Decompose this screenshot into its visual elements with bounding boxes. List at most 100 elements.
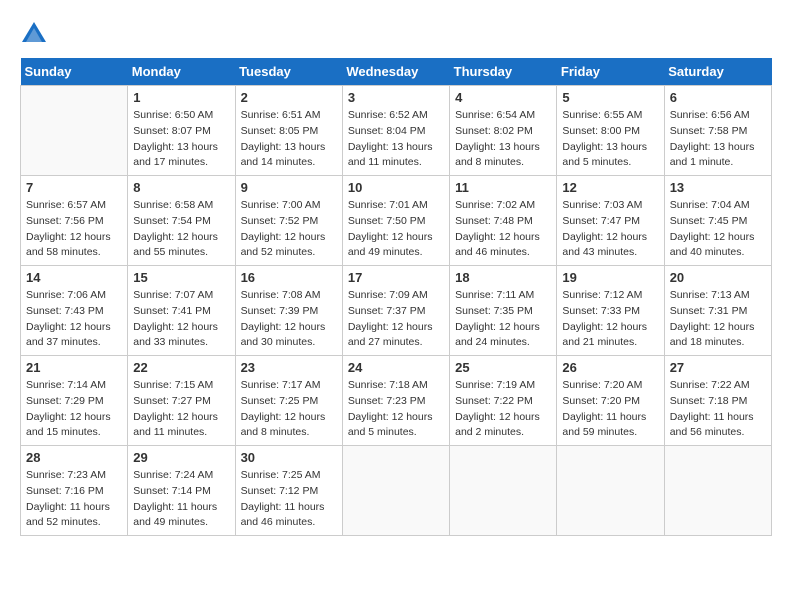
table-row: 4 Sunrise: 6:54 AMSunset: 8:02 PMDaylight… (450, 86, 557, 176)
table-row: 1 Sunrise: 6:50 AMSunset: 8:07 PMDaylight… (128, 86, 235, 176)
table-row: 9Sunrise: 7:00 AMSunset: 7:52 PMDaylight… (235, 176, 342, 266)
day-info: Sunrise: 7:12 AMSunset: 7:33 PMDaylight:… (562, 288, 658, 351)
day-info: Sunrise: 7:13 AMSunset: 7:31 PMDaylight:… (670, 288, 766, 351)
table-row (450, 446, 557, 536)
day-info: Sunrise: 6:52 AMSunset: 8:04 PMDaylight:… (348, 108, 444, 171)
table-row: 2 Sunrise: 6:51 AMSunset: 8:05 PMDaylight… (235, 86, 342, 176)
table-row: 8 Sunrise: 6:58 AMSunset: 7:54 PMDaylight… (128, 176, 235, 266)
day-info: Sunrise: 6:51 AMSunset: 8:05 PMDaylight:… (241, 108, 337, 171)
header-day: Saturday (664, 58, 771, 86)
table-row: 25Sunrise: 7:19 AMSunset: 7:22 PMDayligh… (450, 356, 557, 446)
day-number: 13 (670, 180, 766, 195)
table-row: 13 Sunrise: 7:04 AMSunset: 7:45 PMDayligh… (664, 176, 771, 266)
table-row (557, 446, 664, 536)
table-row: 7 Sunrise: 6:57 AMSunset: 7:56 PMDaylight… (21, 176, 128, 266)
day-number: 1 (133, 90, 229, 105)
table-row: 20 Sunrise: 7:13 AMSunset: 7:31 PMDayligh… (664, 266, 771, 356)
logo (20, 20, 52, 48)
table-row: 18 Sunrise: 7:11 AMSunset: 7:35 PMDayligh… (450, 266, 557, 356)
day-number: 4 (455, 90, 551, 105)
table-row: 3 Sunrise: 6:52 AMSunset: 8:04 PMDaylight… (342, 86, 449, 176)
table-row: 28Sunrise: 7:23 AMSunset: 7:16 PMDayligh… (21, 446, 128, 536)
day-info: Sunrise: 7:02 AMSunset: 7:48 PMDaylight:… (455, 198, 551, 261)
day-number: 29 (133, 450, 229, 465)
day-info: Sunrise: 7:09 AMSunset: 7:37 PMDaylight:… (348, 288, 444, 351)
day-number: 18 (455, 270, 551, 285)
day-number: 23 (241, 360, 337, 375)
day-info: Sunrise: 6:54 AMSunset: 8:02 PMDaylight:… (455, 108, 551, 171)
table-row: 19Sunrise: 7:12 AMSunset: 7:33 PMDayligh… (557, 266, 664, 356)
week-row: 14 Sunrise: 7:06 AMSunset: 7:43 PMDayligh… (21, 266, 772, 356)
table-row: 11 Sunrise: 7:02 AMSunset: 7:48 PMDayligh… (450, 176, 557, 266)
table-row: 24 Sunrise: 7:18 AMSunset: 7:23 PMDayligh… (342, 356, 449, 446)
day-info: Sunrise: 6:55 AMSunset: 8:00 PMDaylight:… (562, 108, 658, 171)
week-row: 7 Sunrise: 6:57 AMSunset: 7:56 PMDaylight… (21, 176, 772, 266)
day-info: Sunrise: 7:20 AMSunset: 7:20 PMDaylight:… (562, 378, 658, 441)
day-number: 21 (26, 360, 122, 375)
day-info: Sunrise: 7:15 AMSunset: 7:27 PMDaylight:… (133, 378, 229, 441)
table-row: 30 Sunrise: 7:25 AMSunset: 7:12 PMDayligh… (235, 446, 342, 536)
week-row: 21 Sunrise: 7:14 AMSunset: 7:29 PMDayligh… (21, 356, 772, 446)
day-info: Sunrise: 7:01 AMSunset: 7:50 PMDaylight:… (348, 198, 444, 261)
day-info: Sunrise: 7:07 AMSunset: 7:41 PMDaylight:… (133, 288, 229, 351)
calendar-table: SundayMondayTuesdayWednesdayThursdayFrid… (20, 58, 772, 536)
day-info: Sunrise: 7:17 AMSunset: 7:25 PMDaylight:… (241, 378, 337, 441)
day-number: 24 (348, 360, 444, 375)
day-number: 5 (562, 90, 658, 105)
day-info: Sunrise: 7:04 AMSunset: 7:45 PMDaylight:… (670, 198, 766, 261)
table-row: 21 Sunrise: 7:14 AMSunset: 7:29 PMDayligh… (21, 356, 128, 446)
week-row: 28Sunrise: 7:23 AMSunset: 7:16 PMDayligh… (21, 446, 772, 536)
day-number: 11 (455, 180, 551, 195)
day-number: 26 (562, 360, 658, 375)
day-number: 25 (455, 360, 551, 375)
day-number: 8 (133, 180, 229, 195)
day-number: 30 (241, 450, 337, 465)
day-number: 15 (133, 270, 229, 285)
day-info: Sunrise: 7:03 AMSunset: 7:47 PMDaylight:… (562, 198, 658, 261)
day-number: 14 (26, 270, 122, 285)
day-info: Sunrise: 7:22 AMSunset: 7:18 PMDaylight:… (670, 378, 766, 441)
day-info: Sunrise: 7:14 AMSunset: 7:29 PMDaylight:… (26, 378, 122, 441)
day-number: 2 (241, 90, 337, 105)
table-row: 14 Sunrise: 7:06 AMSunset: 7:43 PMDayligh… (21, 266, 128, 356)
day-info: Sunrise: 7:23 AMSunset: 7:16 PMDaylight:… (26, 468, 122, 531)
header-day: Tuesday (235, 58, 342, 86)
day-info: Sunrise: 7:18 AMSunset: 7:23 PMDaylight:… (348, 378, 444, 441)
day-number: 17 (348, 270, 444, 285)
day-info: Sunrise: 7:11 AMSunset: 7:35 PMDaylight:… (455, 288, 551, 351)
logo-icon (20, 20, 48, 48)
table-row: 6 Sunrise: 6:56 AMSunset: 7:58 PMDaylight… (664, 86, 771, 176)
table-row: 17 Sunrise: 7:09 AMSunset: 7:37 PMDayligh… (342, 266, 449, 356)
day-info: Sunrise: 7:08 AMSunset: 7:39 PMDaylight:… (241, 288, 337, 351)
week-row: 1 Sunrise: 6:50 AMSunset: 8:07 PMDaylight… (21, 86, 772, 176)
table-row: 23 Sunrise: 7:17 AMSunset: 7:25 PMDayligh… (235, 356, 342, 446)
day-number: 16 (241, 270, 337, 285)
day-info: Sunrise: 6:56 AMSunset: 7:58 PMDaylight:… (670, 108, 766, 171)
table-row: 10 Sunrise: 7:01 AMSunset: 7:50 PMDayligh… (342, 176, 449, 266)
day-info: Sunrise: 7:24 AMSunset: 7:14 PMDaylight:… (133, 468, 229, 531)
header-day: Wednesday (342, 58, 449, 86)
day-number: 3 (348, 90, 444, 105)
table-row: 22 Sunrise: 7:15 AMSunset: 7:27 PMDayligh… (128, 356, 235, 446)
day-info: Sunrise: 7:06 AMSunset: 7:43 PMDaylight:… (26, 288, 122, 351)
table-row: 27 Sunrise: 7:22 AMSunset: 7:18 PMDayligh… (664, 356, 771, 446)
day-number: 10 (348, 180, 444, 195)
day-info: Sunrise: 6:50 AMSunset: 8:07 PMDaylight:… (133, 108, 229, 171)
table-row (342, 446, 449, 536)
table-row: 29 Sunrise: 7:24 AMSunset: 7:14 PMDayligh… (128, 446, 235, 536)
day-number: 22 (133, 360, 229, 375)
day-info: Sunrise: 7:00 AMSunset: 7:52 PMDaylight:… (241, 198, 337, 261)
day-info: Sunrise: 6:57 AMSunset: 7:56 PMDaylight:… (26, 198, 122, 261)
table-row: 26 Sunrise: 7:20 AMSunset: 7:20 PMDayligh… (557, 356, 664, 446)
table-row: 15 Sunrise: 7:07 AMSunset: 7:41 PMDayligh… (128, 266, 235, 356)
day-number: 7 (26, 180, 122, 195)
day-number: 20 (670, 270, 766, 285)
day-number: 12 (562, 180, 658, 195)
day-number: 27 (670, 360, 766, 375)
day-number: 6 (670, 90, 766, 105)
header-day: Monday (128, 58, 235, 86)
header-row: SundayMondayTuesdayWednesdayThursdayFrid… (21, 58, 772, 86)
day-info: Sunrise: 6:58 AMSunset: 7:54 PMDaylight:… (133, 198, 229, 261)
day-info: Sunrise: 7:25 AMSunset: 7:12 PMDaylight:… (241, 468, 337, 531)
table-row: 16 Sunrise: 7:08 AMSunset: 7:39 PMDayligh… (235, 266, 342, 356)
